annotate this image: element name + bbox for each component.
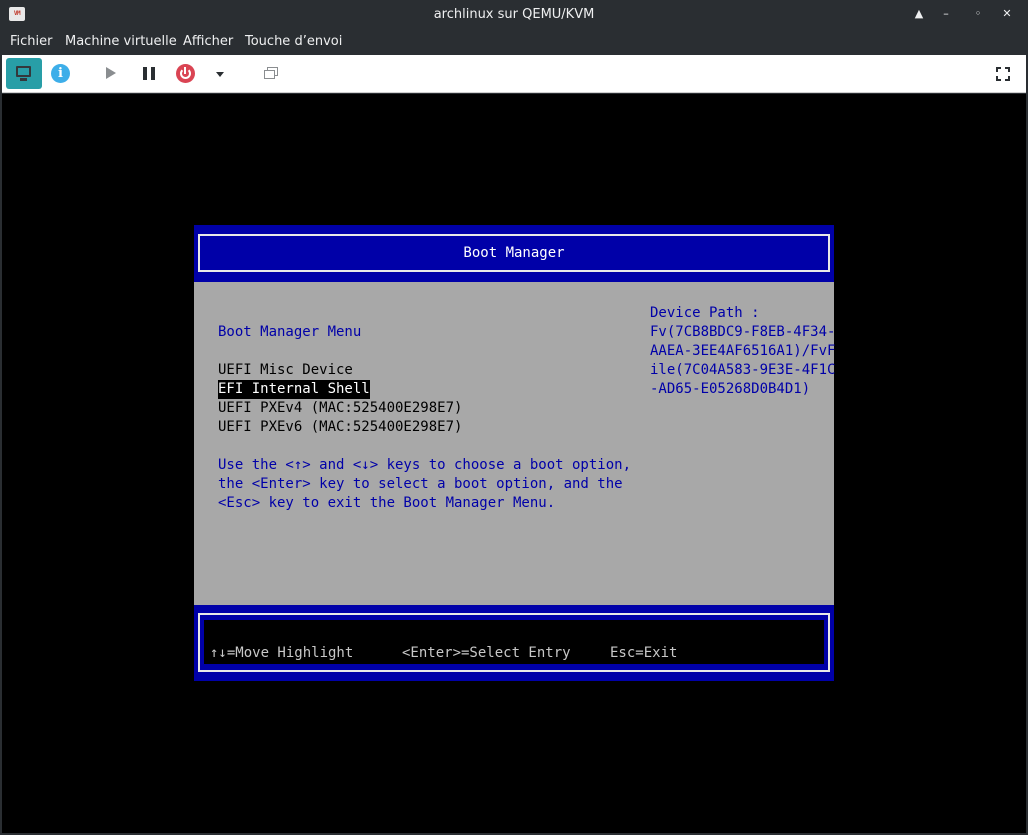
boot-manager-title: Boot Manager — [463, 245, 565, 261]
pause-icon — [143, 67, 147, 80]
vm-console-display[interactable]: Boot Manager Boot Manager Menu UEFI Misc… — [2, 94, 1026, 833]
shutdown-button[interactable] — [173, 58, 197, 89]
footer-frame: ↑↓=Move Highlight <Enter>=Select Entry E… — [198, 613, 830, 672]
header-frame: Boot Manager — [198, 234, 830, 272]
device-path-line-2: AAEA-3EE4AF6516A1)/FvF — [650, 343, 836, 359]
boot-option-uefi-pxev6[interactable]: UEFI PXEv6 (MAC:525400E298E7) — [218, 418, 462, 437]
menu-afficher[interactable]: Afficher — [183, 29, 233, 55]
play-icon — [106, 67, 116, 79]
monitor-icon — [16, 66, 31, 77]
device-path-label: Device Path : — [650, 305, 760, 321]
title-bar: VM archlinux sur QEMU/KVM ▲ – ◦ ✕ — [0, 0, 1028, 29]
boot-option-uefi-pxev4[interactable]: UEFI PXEv4 (MAC:525400E298E7) — [218, 399, 462, 418]
help-text-line-2: the <Enter> key to select a boot option,… — [218, 476, 623, 492]
power-icon — [176, 64, 195, 83]
help-text-line-3: <Esc> key to exit the Boot Manager Menu. — [218, 495, 556, 511]
pause-icon-bar — [151, 67, 155, 80]
console-button[interactable] — [6, 58, 42, 89]
maximize-icon[interactable]: ◦ — [970, 6, 986, 22]
monitor-stand — [20, 78, 27, 81]
help-text-line-1: Use the <↑> and <↓> keys to choose a boo… — [218, 457, 632, 473]
fullscreen-icon — [996, 67, 1001, 72]
fullscreen-button[interactable] — [992, 58, 1014, 89]
fullscreen-icon-br — [1005, 76, 1010, 81]
footer-move-highlight: ↑↓=Move Highlight — [210, 645, 354, 661]
menu-touche-envoi[interactable]: Touche d’envoi — [245, 29, 342, 55]
menu-fichier[interactable]: Fichier — [10, 29, 53, 55]
snapshots-button[interactable] — [260, 58, 282, 89]
footer-exit: Esc=Exit — [610, 645, 678, 661]
device-path-line-1: Fv(7CB8BDC9-F8EB-4F34- — [650, 324, 836, 340]
shutdown-menu-button[interactable] — [212, 58, 228, 89]
keep-above-icon[interactable]: ▲ — [911, 6, 927, 22]
menu-bar: Fichier Machine virtuelle Afficher Touch… — [0, 29, 1028, 55]
snapshot-icon-back — [264, 70, 275, 79]
boot-manager-footer: ↑↓=Move Highlight <Enter>=Select Entry E… — [194, 605, 834, 681]
details-button[interactable]: i — [49, 58, 73, 89]
boot-manager-body: Boot Manager Menu UEFI Misc Device EFI I… — [194, 282, 836, 605]
info-icon: i — [51, 64, 70, 83]
fullscreen-icon-bl — [996, 76, 1001, 81]
boot-option-efi-internal-shell[interactable]: EFI Internal Shell — [218, 380, 370, 399]
chevron-down-icon — [216, 72, 224, 77]
boot-option-uefi-misc-device[interactable]: UEFI Misc Device — [218, 361, 353, 380]
close-icon[interactable]: ✕ — [999, 6, 1015, 22]
boot-manager-menu-title: Boot Manager Menu — [218, 324, 362, 340]
fullscreen-icon-tr — [1005, 67, 1010, 72]
device-path-line-3: ile(7C04A583-9E3E-4F1C — [650, 362, 836, 378]
menu-machine-virtuelle[interactable]: Machine virtuelle — [65, 29, 177, 55]
device-path-line-4: -AD65-E05268D0B4D1) — [650, 381, 811, 397]
toolbar: i — [2, 55, 1026, 93]
boot-manager-header: Boot Manager — [194, 225, 834, 282]
minimize-icon[interactable]: – — [938, 6, 954, 22]
run-button[interactable] — [100, 58, 122, 89]
boot-manager-screen: Boot Manager Boot Manager Menu UEFI Misc… — [194, 225, 836, 681]
footer-select-entry: <Enter>=Select Entry — [402, 645, 571, 661]
pause-button[interactable] — [138, 58, 160, 89]
window-title: archlinux sur QEMU/KVM — [433, 7, 595, 22]
